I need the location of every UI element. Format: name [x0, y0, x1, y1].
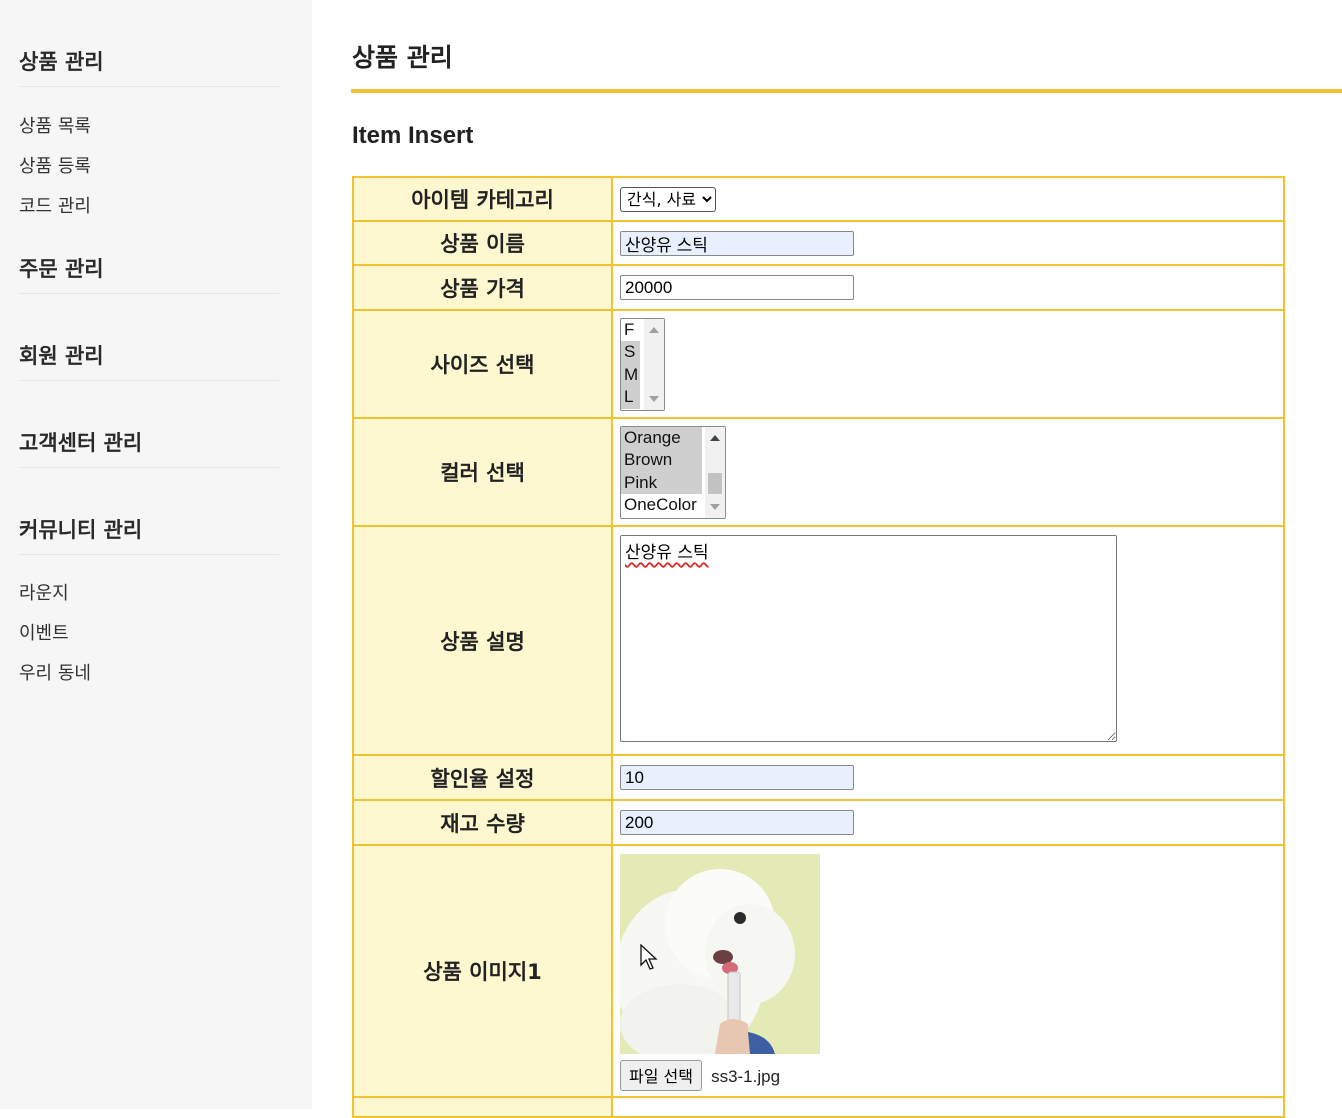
size-option[interactable]: F [621, 319, 640, 342]
stock-input[interactable] [620, 810, 854, 835]
price-input[interactable] [620, 275, 854, 300]
sidebar-item-product-register[interactable]: 상품 등록 [19, 152, 91, 178]
scroll-up-icon[interactable] [649, 326, 659, 333]
form-row-next [352, 1096, 1285, 1118]
form-row-size: 사이즈 선택 F S M L [352, 309, 1285, 419]
page-title: 상품 관리 [352, 43, 453, 72]
category-label: 아이템 카테고리 [352, 176, 613, 222]
discount-label: 할인율 설정 [352, 754, 613, 801]
color-scrollbar[interactable] [705, 426, 725, 518]
title-divider [351, 89, 1342, 93]
scroll-down-icon[interactable] [649, 395, 659, 402]
name-input[interactable] [620, 230, 854, 256]
size-label: 사이즈 선택 [352, 309, 613, 419]
form-row-discount: 할인율 설정 [352, 754, 1285, 801]
color-option[interactable]: Orange [621, 426, 702, 449]
mouse-cursor-icon [640, 944, 658, 970]
size-listbox[interactable]: F S M L [620, 317, 665, 411]
stock-label: 재고 수량 [352, 799, 613, 846]
sidebar: 상품 관리 상품 목록 상품 등록 코드 관리 주문 관리 회원 관리 고객센터… [0, 0, 312, 1109]
color-option[interactable]: Brown [621, 449, 702, 472]
price-label: 상품 가격 [352, 264, 613, 311]
form-row-price: 상품 가격 [352, 264, 1285, 311]
form-row-category: 아이템 카테고리 간식, 사료 [352, 176, 1285, 222]
discount-input[interactable] [620, 765, 854, 790]
sidebar-section-order-management[interactable]: 주문 관리 [19, 253, 279, 294]
sidebar-section-customer-center[interactable]: 고객센터 관리 [19, 427, 279, 468]
color-label: 컬러 선택 [352, 417, 613, 527]
form-row-name: 상품 이름 [352, 220, 1285, 266]
sidebar-section-community-management[interactable]: 커뮤니티 관리 [19, 514, 279, 555]
section-title: Item Insert [352, 122, 474, 149]
scroll-thumb[interactable] [708, 472, 722, 494]
sidebar-item-code-management[interactable]: 코드 관리 [19, 192, 91, 218]
form-row-color: 컬러 선택 Orange Brown Pink OneColor [352, 417, 1285, 527]
category-select[interactable]: 간식, 사료 [620, 186, 716, 212]
sidebar-item-event[interactable]: 이벤트 [19, 619, 69, 645]
description-textarea[interactable]: 산양유 스틱 [620, 535, 1117, 742]
form-row-image1: 상품 이미지1 파일 선택 ss3-1.jpg [352, 844, 1285, 1098]
size-scrollbar[interactable] [644, 318, 664, 410]
sidebar-item-our-neighborhood[interactable]: 우리 동네 [19, 659, 91, 685]
item-insert-form: 아이템 카테고리 간식, 사료 상품 이름 상품 가격 사이즈 선택 F S M… [352, 176, 1285, 1118]
color-option[interactable]: Pink [621, 471, 702, 494]
size-option[interactable]: M [621, 363, 640, 386]
image1-label: 상품 이미지1 [352, 844, 613, 1098]
form-row-stock: 재고 수량 [352, 799, 1285, 846]
sidebar-item-lounge[interactable]: 라운지 [19, 579, 69, 605]
size-option[interactable]: S [621, 341, 640, 364]
sidebar-section-product-management[interactable]: 상품 관리 [19, 46, 279, 87]
file-name: ss3-1.jpg [711, 1067, 781, 1086]
description-label: 상품 설명 [352, 525, 613, 756]
file-select-button[interactable]: 파일 선택 [620, 1059, 702, 1091]
form-row-description: 상품 설명 산양유 스틱 [352, 525, 1285, 756]
color-option[interactable]: OneColor [621, 494, 702, 517]
scroll-down-icon[interactable] [710, 503, 720, 510]
name-label: 상품 이름 [352, 220, 613, 266]
sidebar-section-member-management[interactable]: 회원 관리 [19, 340, 279, 381]
color-listbox[interactable]: Orange Brown Pink OneColor [620, 425, 726, 519]
size-option[interactable]: L [621, 386, 640, 409]
sidebar-item-product-list[interactable]: 상품 목록 [19, 112, 91, 138]
scroll-up-icon[interactable] [710, 434, 720, 441]
